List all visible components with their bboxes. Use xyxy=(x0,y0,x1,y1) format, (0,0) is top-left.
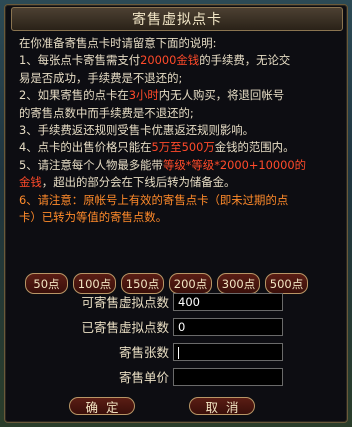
dialog-titlebar[interactable]: 寄售虚拟点卡 xyxy=(11,7,343,31)
instruction-2-tail: 内无人购买，将退回帐号 xyxy=(158,88,285,103)
instruction-2-cont: 的寄售点数中而手续费是不退还的; xyxy=(19,105,194,120)
instruction-4: 4、点卡的出售价格只能在5万至500万金钱的范围内。 xyxy=(19,139,337,156)
instruction-4-text: 4、点卡的出售价格只能在 xyxy=(19,140,152,155)
instruction-3: 3、手续费返还规则受售卡优惠返还规则影响。 xyxy=(19,123,255,138)
money-word: 金钱 xyxy=(19,175,42,190)
amount-150-button[interactable]: 150点 xyxy=(121,273,164,294)
instruction-1-tail: 的手续费，无论交 xyxy=(199,53,291,68)
instructions-intro: 在你准备寄售点卡时请留意下面的说明: xyxy=(19,36,217,50)
instruction-5-cont: 金钱，超出的部分会在下线后转为储备金。 xyxy=(19,174,337,191)
amount-300-button[interactable]: 300点 xyxy=(217,273,260,294)
text-cursor xyxy=(178,346,179,359)
instruction-6-cont: 卡）已转为等值的寄售点数。 xyxy=(19,210,168,225)
price-range: 5万至500万 xyxy=(151,140,215,155)
card-count-row: 寄售张数 xyxy=(19,343,339,363)
instruction-4-tail: 金钱的范围内。 xyxy=(214,140,295,155)
instruction-2: 2、如果寄售的点卡在3小时内无人购买，将退回帐号 xyxy=(19,87,337,104)
dialog-title: 寄售虚拟点卡 xyxy=(132,12,222,28)
instruction-5: 5、请注意每个人物最多能带等级*等级*2000+10000的 xyxy=(19,157,337,174)
amount-50-button[interactable]: 50点 xyxy=(25,273,68,294)
card-count-label: 寄售张数 xyxy=(118,345,169,360)
instruction-6: 6、请注意：原帐号上有效的寄售点卡（即未过期的点 xyxy=(19,192,289,207)
unit-price-input[interactable] xyxy=(173,368,283,386)
money-cap-formula: 等级*等级*2000+10000的 xyxy=(162,157,307,172)
unit-price-row: 寄售单价 xyxy=(19,368,339,388)
consigned-points-row: 已寄售虚拟点数 0 xyxy=(19,318,339,338)
consigned-points-field: 0 xyxy=(173,318,283,336)
instruction-1-text: 1、每张点卡寄售需支付 xyxy=(19,53,141,68)
card-count-input[interactable] xyxy=(173,343,283,361)
amount-100-button[interactable]: 100点 xyxy=(73,273,116,294)
available-points-field: 400 xyxy=(173,293,283,311)
instruction-1: 1、每张点卡寄售需支付20000金钱的手续费，无论交 xyxy=(19,52,337,69)
instruction-1-cont: 易是否成功，手续费是不退还的; xyxy=(19,70,183,85)
consign-card-dialog: 寄售虚拟点卡 在你准备寄售点卡时请留意下面的说明: 1、每张点卡寄售需支付200… xyxy=(4,4,348,423)
confirm-button[interactable]: 确定 xyxy=(69,397,135,415)
instruction-5-tail: ，超出的部分会在下线后转为储备金。 xyxy=(41,175,236,190)
amount-200-button[interactable]: 200点 xyxy=(169,273,212,294)
instruction-2-text: 2、如果寄售的点卡在 xyxy=(19,88,129,103)
consigned-points-label: 已寄售虚拟点数 xyxy=(81,320,169,335)
amount-500-button[interactable]: 500点 xyxy=(265,273,308,294)
instruction-5-text: 5、请注意每个人物最多能带 xyxy=(19,157,163,172)
cancel-button[interactable]: 取消 xyxy=(189,397,255,415)
available-points-label: 可寄售虚拟点数 xyxy=(81,295,169,310)
instructions-panel: 在你准备寄售点卡时请留意下面的说明: 1、每张点卡寄售需支付20000金钱的手续… xyxy=(19,35,337,226)
fee-amount: 20000金钱 xyxy=(140,53,200,68)
unit-price-label: 寄售单价 xyxy=(118,370,169,385)
time-limit: 3小时 xyxy=(128,88,159,103)
amount-button-row: 50点 100点 150点 200点 300点 500点 xyxy=(25,273,343,295)
available-points-row: 可寄售虚拟点数 400 xyxy=(19,293,339,313)
